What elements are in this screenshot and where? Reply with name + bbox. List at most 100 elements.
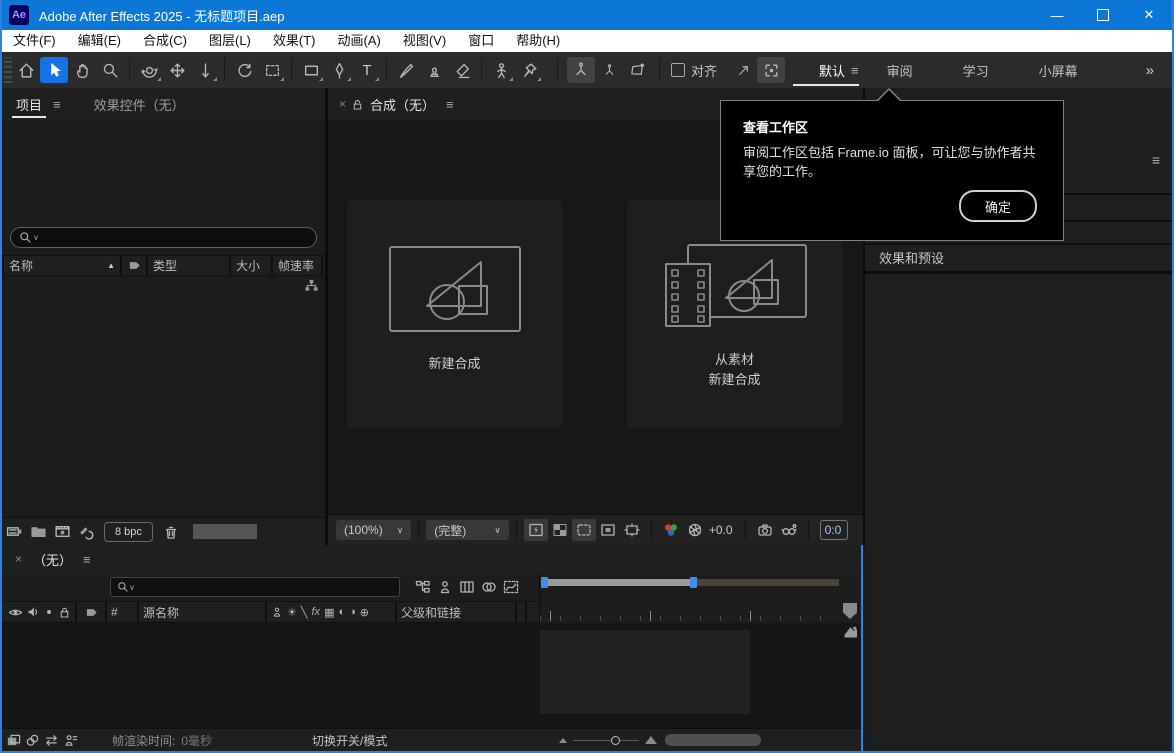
magnification-dropdown[interactable]: (100%) ∨ bbox=[336, 520, 411, 540]
work-area-bar[interactable] bbox=[548, 579, 690, 586]
pen-tool[interactable] bbox=[325, 57, 353, 83]
type-tool[interactable]: T bbox=[353, 57, 381, 83]
menu-edit[interactable]: 编辑(E) bbox=[67, 30, 132, 52]
column-type[interactable]: 类型 bbox=[146, 256, 229, 275]
timecode-field[interactable]: 0:0 bbox=[820, 520, 848, 540]
expand-in-out-button[interactable] bbox=[42, 731, 61, 749]
timeline-track-area[interactable] bbox=[540, 630, 750, 714]
expand-transfer-controls-button[interactable] bbox=[23, 731, 42, 749]
shrink-ui-button[interactable] bbox=[729, 57, 757, 83]
column-label-color[interactable] bbox=[120, 256, 146, 275]
timeline-panel-menu-icon[interactable]: ≡ bbox=[78, 552, 96, 567]
exposure-value[interactable]: +0.0 bbox=[709, 523, 733, 537]
workspace-tab-default[interactable]: 默认 bbox=[815, 52, 849, 88]
dolly-camera-tool[interactable] bbox=[191, 57, 219, 83]
orbit-camera-tool[interactable] bbox=[135, 57, 163, 83]
source-name-column[interactable]: 源名称 bbox=[137, 602, 265, 622]
project-search-box[interactable]: ∨ bbox=[10, 227, 317, 248]
time-ruler[interactable] bbox=[540, 601, 840, 621]
show-snapshot-button[interactable] bbox=[777, 519, 801, 541]
puppet-tool[interactable] bbox=[487, 57, 515, 83]
column-name[interactable]: 名称 ▲ bbox=[2, 256, 120, 275]
expand-render-time-button[interactable] bbox=[61, 731, 80, 749]
menu-composition[interactable]: 合成(C) bbox=[132, 30, 198, 52]
tab-composition[interactable]: 合成（无） bbox=[364, 88, 441, 120]
workspace-tab-review[interactable]: 审阅 bbox=[883, 52, 917, 88]
index-column[interactable]: # bbox=[105, 602, 137, 622]
menu-view[interactable]: 视图(V) bbox=[392, 30, 457, 52]
search-options-chevron-icon[interactable]: ∨ bbox=[33, 233, 39, 242]
comp-marker-button[interactable] bbox=[842, 624, 859, 641]
motion-blur-button[interactable] bbox=[478, 577, 500, 597]
menu-animation[interactable]: 动画(A) bbox=[327, 30, 392, 52]
hand-tool[interactable] bbox=[68, 57, 96, 83]
zoom-slider[interactable] bbox=[573, 740, 639, 741]
workspace-tab-learn[interactable]: 学习 bbox=[959, 52, 993, 88]
maximize-button[interactable] bbox=[1080, 0, 1126, 30]
mini-flowchart-button[interactable] bbox=[412, 577, 434, 597]
brush-tool[interactable] bbox=[392, 57, 420, 83]
video-eye-icon[interactable] bbox=[8, 605, 23, 620]
local-axis-mode-button[interactable] bbox=[567, 57, 595, 83]
color-depth-button[interactable]: 8 bpc bbox=[104, 522, 153, 542]
timeline-search-box[interactable]: ∨ bbox=[110, 577, 400, 597]
effects-fx-icon[interactable]: fx bbox=[312, 606, 321, 618]
selection-tool[interactable] bbox=[40, 57, 68, 83]
resolution-dropdown[interactable]: (完整) ∨ bbox=[426, 520, 509, 540]
expand-layer-switches-button[interactable] bbox=[4, 731, 23, 749]
tab-project[interactable]: 项目 bbox=[10, 88, 48, 120]
exposure-region-button[interactable] bbox=[620, 519, 644, 541]
new-composition-button[interactable] bbox=[50, 521, 74, 543]
toolbar-grip[interactable] bbox=[4, 57, 12, 83]
work-area-end-handle[interactable] bbox=[690, 577, 697, 588]
new-folder-button[interactable] bbox=[26, 521, 50, 543]
menu-window[interactable]: 窗口 bbox=[457, 30, 505, 52]
column-size[interactable]: 大小 bbox=[229, 256, 271, 275]
unified-camera-tool[interactable] bbox=[258, 57, 286, 83]
menu-effect[interactable]: 效果(T) bbox=[262, 30, 327, 52]
home-tool[interactable] bbox=[12, 57, 40, 83]
parent-link-column[interactable]: 父级和链接 bbox=[395, 602, 515, 622]
menu-file[interactable]: 文件(F) bbox=[2, 30, 67, 52]
menu-help[interactable]: 帮助(H) bbox=[505, 30, 571, 52]
timeline-search-input[interactable] bbox=[138, 579, 399, 595]
project-panel-menu-icon[interactable]: ≡ bbox=[48, 97, 66, 112]
eraser-tool[interactable] bbox=[448, 57, 476, 83]
project-scrollbar-thumb[interactable] bbox=[193, 524, 257, 539]
effects-presets-panel-title[interactable]: 效果和预设 bbox=[879, 248, 944, 267]
region-of-interest-button[interactable] bbox=[572, 519, 596, 541]
motion-blur-icon[interactable]: ◐ bbox=[338, 606, 345, 618]
zoom-slider-knob[interactable] bbox=[611, 736, 620, 745]
label-column[interactable] bbox=[75, 602, 105, 622]
tab-effect-controls[interactable]: 效果控件（无） bbox=[88, 88, 191, 120]
workspace-menu-icon[interactable]: ≡ bbox=[851, 63, 859, 78]
marquee-ui-button[interactable] bbox=[757, 57, 785, 83]
pin-tool[interactable] bbox=[515, 57, 543, 83]
work-area-start-handle[interactable] bbox=[541, 577, 548, 588]
snap-control[interactable]: 对齐 bbox=[671, 61, 717, 80]
snap-checkbox[interactable] bbox=[671, 63, 685, 77]
pan-camera-tool[interactable] bbox=[163, 57, 191, 83]
view-axis-mode-button[interactable] bbox=[623, 57, 651, 83]
stamp-tool[interactable] bbox=[420, 57, 448, 83]
world-axis-mode-button[interactable] bbox=[595, 57, 623, 83]
menu-layer[interactable]: 图层(L) bbox=[198, 30, 262, 52]
info-panel-menu-icon[interactable]: ≡ bbox=[1152, 152, 1160, 168]
interpret-footage-button[interactable] bbox=[2, 521, 26, 543]
comp-marker-bin-icon[interactable] bbox=[843, 603, 857, 619]
composition-tab-close-icon[interactable]: × bbox=[334, 97, 351, 111]
rotate-tool[interactable] bbox=[230, 57, 258, 83]
tab-timeline-none[interactable]: （无） bbox=[27, 543, 78, 575]
graph-editor-button[interactable] bbox=[500, 577, 522, 597]
composition-panel-menu-icon[interactable]: ≡ bbox=[441, 97, 459, 112]
zoom-tool[interactable] bbox=[96, 57, 124, 83]
project-search-input[interactable] bbox=[43, 230, 316, 246]
show-channel-button[interactable] bbox=[659, 519, 683, 541]
workspace-tab-small-screen[interactable]: 小屏幕 bbox=[1035, 52, 1082, 88]
project-flowchart-icon[interactable] bbox=[304, 278, 319, 293]
adjustment-layer-icon[interactable]: ◑ bbox=[349, 606, 356, 618]
transparency-grid-button[interactable] bbox=[548, 519, 572, 541]
solo-icon[interactable] bbox=[43, 606, 55, 618]
shy-layers-button[interactable] bbox=[434, 577, 456, 597]
reset-exposure-button[interactable] bbox=[683, 519, 707, 541]
